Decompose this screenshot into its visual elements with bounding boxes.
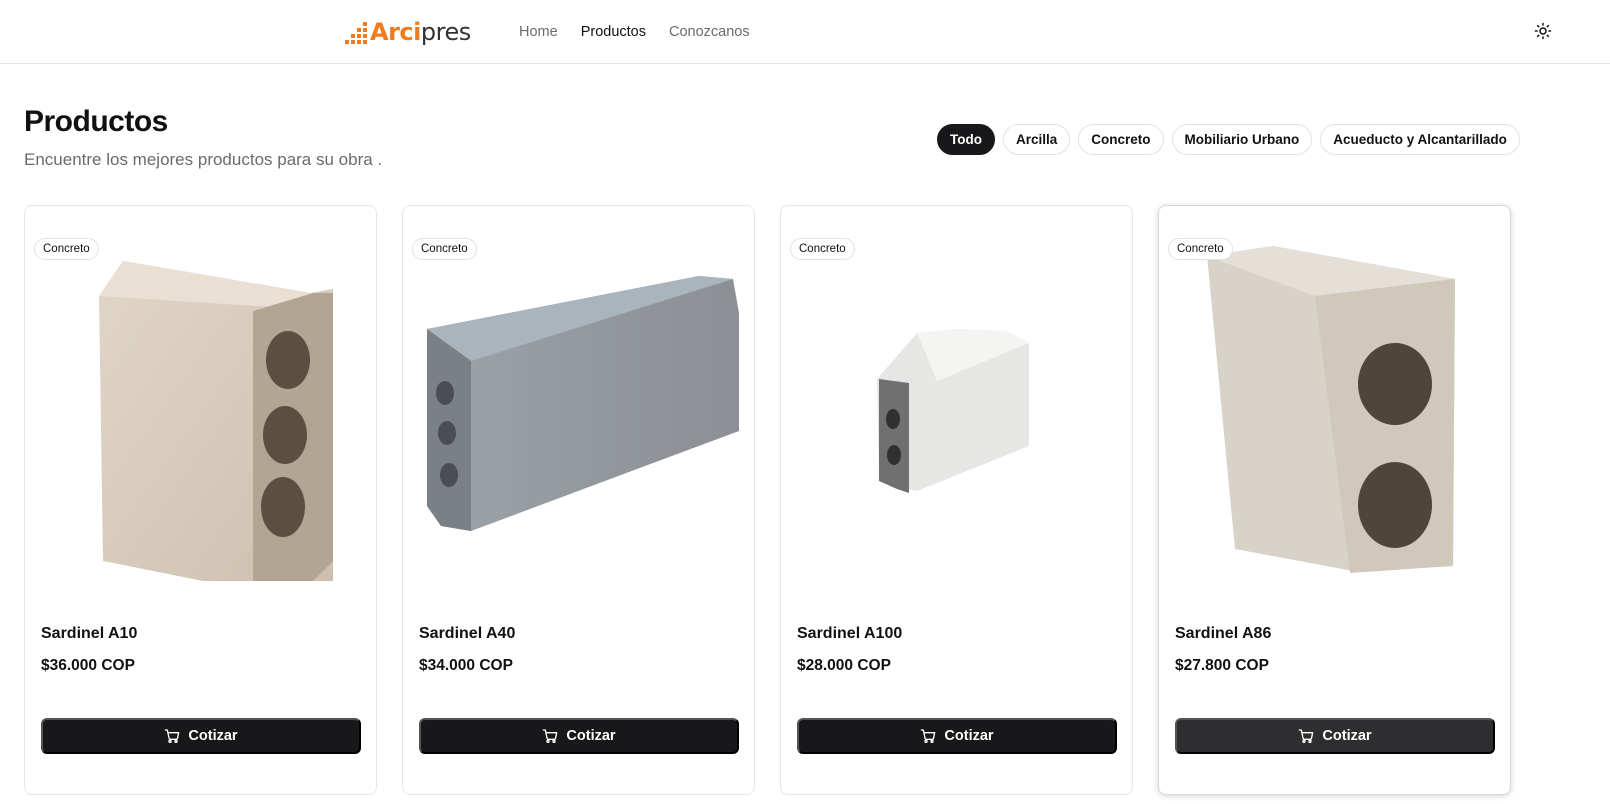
nav-link-productos[interactable]: Productos xyxy=(581,22,646,42)
shopping-cart-icon xyxy=(543,729,558,743)
product-card[interactable]: Concreto Sardinel A86 $27.800 COP Cotiza… xyxy=(1158,205,1511,795)
category-badge: Concreto xyxy=(790,238,855,260)
theme-toggle-button[interactable] xyxy=(1534,22,1552,40)
quote-button[interactable]: Cotizar xyxy=(1175,718,1495,754)
quote-button[interactable]: Cotizar xyxy=(41,718,361,754)
filter-chip-concreto[interactable]: Concreto xyxy=(1078,124,1164,155)
nav-link-home[interactable]: Home xyxy=(519,22,558,42)
page-subtitle: Encuentre los mejores productos para su … xyxy=(24,150,383,169)
quote-button-label: Cotizar xyxy=(566,728,616,744)
filter-chip-acueducto[interactable]: Acueducto y Alcantarillado xyxy=(1320,124,1520,155)
product-name: Sardinel A86 xyxy=(1175,625,1272,642)
product-name: Sardinel A10 xyxy=(41,625,138,642)
product-card[interactable]: Concreto Sardinel A10 $36.000 COP Cotiza… xyxy=(24,205,377,795)
category-badge: Concreto xyxy=(412,238,477,260)
product-image-short-curb xyxy=(877,329,1029,493)
filter-chip-todo[interactable]: Todo xyxy=(937,124,995,155)
sun-icon xyxy=(1534,22,1552,40)
quote-button-label: Cotizar xyxy=(1322,728,1372,744)
category-badge: Concreto xyxy=(34,238,99,260)
filter-chip-arcilla[interactable]: Arcilla xyxy=(1002,124,1071,155)
product-card[interactable]: Concreto Sardinel A100 $28.000 COP Cotiz… xyxy=(780,205,1133,795)
shopping-cart-icon xyxy=(165,729,180,743)
brand-logo[interactable]: Arcipres xyxy=(345,18,471,46)
product-image-long-curb xyxy=(427,276,739,531)
product-grid: Concreto Sardinel A10 $36.000 COP Cotiza… xyxy=(24,205,1511,795)
shopping-cart-icon xyxy=(1299,729,1314,743)
product-image-solid-block xyxy=(1207,246,1455,573)
logo-text-part2: pres xyxy=(420,18,471,46)
product-price: $36.000 COP xyxy=(41,657,135,674)
shopping-cart-icon xyxy=(921,729,936,743)
quote-button-label: Cotizar xyxy=(944,728,994,744)
category-badge: Concreto xyxy=(1168,238,1233,260)
logo-text: Arcipres xyxy=(370,18,471,46)
main-nav: Home Productos Conozcanos xyxy=(519,22,773,42)
product-price: $34.000 COP xyxy=(419,657,513,674)
product-price: $27.800 COP xyxy=(1175,657,1269,674)
quote-button[interactable]: Cotizar xyxy=(419,718,739,754)
product-name: Sardinel A100 xyxy=(797,625,903,642)
page-title: Productos xyxy=(24,105,168,138)
filter-chip-mobiliario-urbano[interactable]: Mobiliario Urbano xyxy=(1171,124,1313,155)
product-price: $28.000 COP xyxy=(797,657,891,674)
product-image-curb-block xyxy=(99,261,333,581)
logo-text-part1: Arci xyxy=(370,18,421,46)
quote-button[interactable]: Cotizar xyxy=(797,718,1117,754)
nav-link-conozcanos[interactable]: Conozcanos xyxy=(669,22,750,42)
product-card[interactable]: Concreto Sardinel A40 $34.000 COP Cotiza… xyxy=(402,205,755,795)
logo-mark-icon xyxy=(345,22,367,44)
top-navbar: Arcipres Home Productos Conozcanos xyxy=(0,0,1610,64)
quote-button-label: Cotizar xyxy=(188,728,238,744)
category-filters: Todo Arcilla Concreto Mobiliario Urbano … xyxy=(937,124,1520,155)
product-name: Sardinel A40 xyxy=(419,625,516,642)
